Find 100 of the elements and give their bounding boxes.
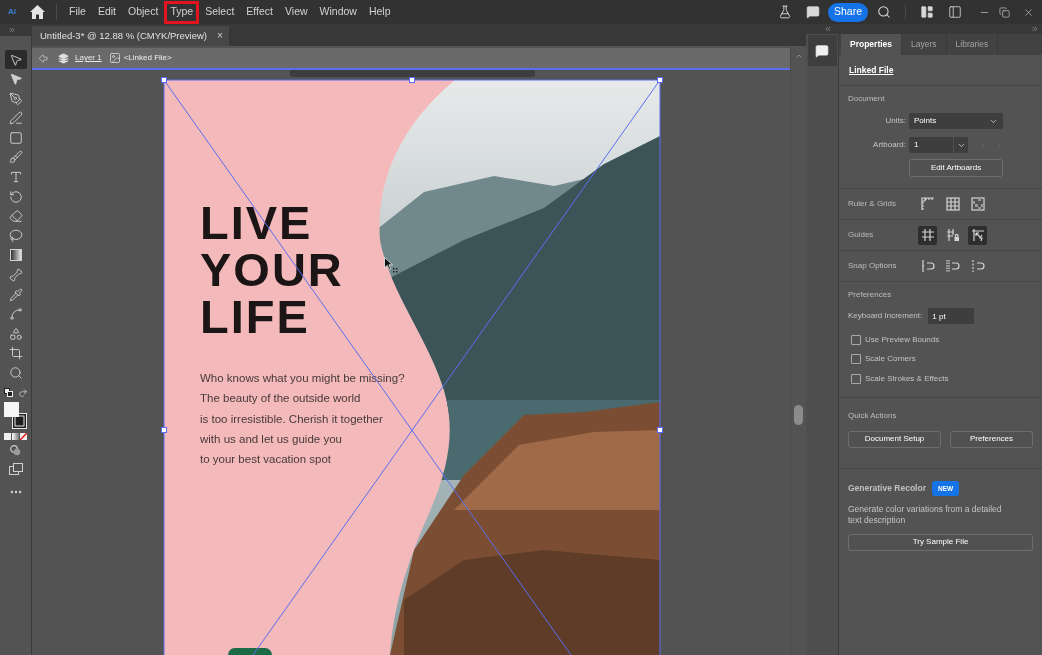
comment-icon[interactable] — [805, 5, 820, 19]
selection-handle[interactable] — [161, 77, 167, 83]
poster-body-text: Who knows what you might be missing? The beauty of the outside world is too irresistible. Cherish it together with us and let us guide you to your best vacation spot — [200, 371, 405, 468]
artboard-dropdown[interactable]: 1 — [909, 137, 968, 153]
restore-icon[interactable] — [999, 6, 1010, 18]
workspace-layout-icon[interactable] — [920, 5, 934, 19]
toggle-button[interactable] — [968, 225, 987, 245]
checkbox-label: Scale Strokes & Effects — [865, 372, 949, 385]
layers-icon — [58, 52, 69, 64]
grid-icon — [945, 197, 960, 211]
color-square-icon[interactable] — [4, 433, 11, 440]
checkbox[interactable] — [851, 373, 861, 384]
toggle-button[interactable] — [943, 194, 962, 214]
bone-shape-icon — [8, 268, 23, 283]
draw-mode-icon[interactable] — [10, 444, 21, 456]
pen-line-icon — [8, 111, 23, 126]
menu-item[interactable]: File — [63, 0, 92, 24]
field-label: Artboard: — [872, 139, 906, 151]
feature-description: Generate color variations from a detailed text description — [848, 503, 1003, 526]
tab-close-button[interactable]: × — [217, 31, 223, 41]
filled-arrow-pointer-icon — [8, 72, 23, 87]
tool-button[interactable] — [4, 50, 27, 69]
selection-handle[interactable] — [161, 427, 167, 433]
panel-tab[interactable]: Properties — [841, 34, 903, 55]
menu-item[interactable]: Edit — [91, 0, 122, 24]
field-label: Keyboard Increment: — [848, 310, 923, 322]
document-tab-title: Untitled-3* @ 12.88 % (CMYK/Preview) — [40, 28, 207, 43]
quick-action-button[interactable]: Document Setup — [848, 430, 941, 448]
shapes-icon — [8, 326, 23, 341]
comments-panel-button[interactable] — [807, 35, 837, 66]
default-colors-icon[interactable] — [3, 388, 13, 397]
swap-arrow-icon[interactable] — [17, 387, 28, 398]
collapse-chevrons-icon[interactable] — [1031, 25, 1039, 33]
menu-item[interactable]: Help — [362, 0, 397, 24]
units-dropdown[interactable]: Points — [909, 113, 1003, 129]
guides-lock-icon — [945, 228, 960, 242]
gradient-square-icon — [9, 249, 22, 262]
checker-grid-icon — [970, 197, 985, 211]
menu-item[interactable]: Object — [122, 0, 165, 24]
menu-item[interactable]: Effect — [240, 0, 279, 24]
eraser-icon — [8, 209, 23, 224]
document-tab[interactable]: Untitled-3* @ 12.88 % (CMYK/Preview) × — [32, 26, 229, 46]
object-type-label: Linked File — [849, 63, 894, 77]
keyboard-increment-input[interactable]: 1 pt — [928, 308, 975, 324]
section-heading: Document — [848, 94, 886, 104]
panel-tab[interactable]: Libraries — [946, 34, 999, 55]
lasso-icon — [8, 228, 23, 243]
speech-bubble-icon — [815, 43, 829, 58]
pen-nib-icon — [8, 91, 23, 106]
menu-item[interactable]: Window — [313, 0, 363, 24]
type-tool-icon — [8, 170, 23, 185]
scrollbar-thumb[interactable] — [794, 405, 803, 425]
spline-icon — [8, 307, 23, 322]
section-label: Snap Options — [848, 260, 898, 272]
field-label: Units: — [884, 115, 906, 127]
toggle-button[interactable] — [918, 225, 937, 245]
flask-icon[interactable] — [777, 5, 792, 19]
layer-link[interactable]: Layer 1 — [75, 52, 102, 64]
selected-object-label: <Linked File> — [123, 52, 172, 64]
edit-artboards-button[interactable]: Edit Artboards — [909, 159, 1003, 177]
checkbox[interactable] — [851, 334, 861, 345]
chevron-up-icon[interactable] — [794, 52, 803, 60]
checkbox-label: Use Preview Bounds — [865, 333, 940, 346]
poster-headline: LIVE YOUR LIFE — [200, 199, 345, 340]
gradient-swatch-icon[interactable] — [12, 433, 19, 440]
close-icon[interactable] — [1023, 6, 1034, 18]
section-label: Guides — [848, 229, 875, 241]
quick-action-button[interactable]: Preferences — [950, 430, 1033, 448]
selection-handle[interactable] — [657, 427, 663, 433]
checkbox-label: Scale Corners — [865, 353, 916, 366]
share-button[interactable]: Share — [827, 2, 868, 22]
collapse-chevrons-icon[interactable] — [8, 26, 16, 34]
eyedropper-icon — [8, 287, 23, 302]
checkbox[interactable] — [851, 354, 861, 365]
try-sample-file-button[interactable]: Try Sample File — [848, 533, 1033, 551]
none-swatch-icon[interactable] — [20, 433, 27, 440]
fill-stroke-swatch-icon[interactable] — [4, 401, 27, 429]
panel-icon[interactable] — [948, 5, 962, 19]
back-arrow-icon[interactable] — [38, 52, 49, 64]
rotate-icon — [8, 189, 23, 204]
snap-glyph-icon — [970, 259, 985, 273]
panel-tab[interactable]: Layers — [902, 34, 947, 55]
menu-item[interactable]: Type — [164, 0, 200, 24]
menu-item[interactable]: Select — [199, 0, 241, 24]
cursor-icon — [384, 257, 399, 274]
toggle-button[interactable] — [968, 194, 987, 214]
search-icon[interactable] — [877, 5, 891, 19]
menu-item[interactable]: View — [279, 0, 314, 24]
expand-chevrons-icon[interactable] — [824, 25, 832, 33]
zoom-icon — [8, 366, 23, 380]
smart-guides-icon — [970, 228, 985, 242]
rectangle-icon — [8, 130, 23, 145]
feature-title: Generative Recolor — [848, 482, 926, 495]
screen-mode-icon[interactable] — [8, 462, 23, 475]
home-icon[interactable] — [30, 5, 45, 19]
image-icon — [108, 52, 121, 64]
selection-handle[interactable] — [657, 77, 663, 83]
crop-frame-icon — [8, 346, 23, 361]
snap-point-icon — [920, 259, 935, 273]
section-label: Ruler & Grids — [848, 198, 897, 210]
